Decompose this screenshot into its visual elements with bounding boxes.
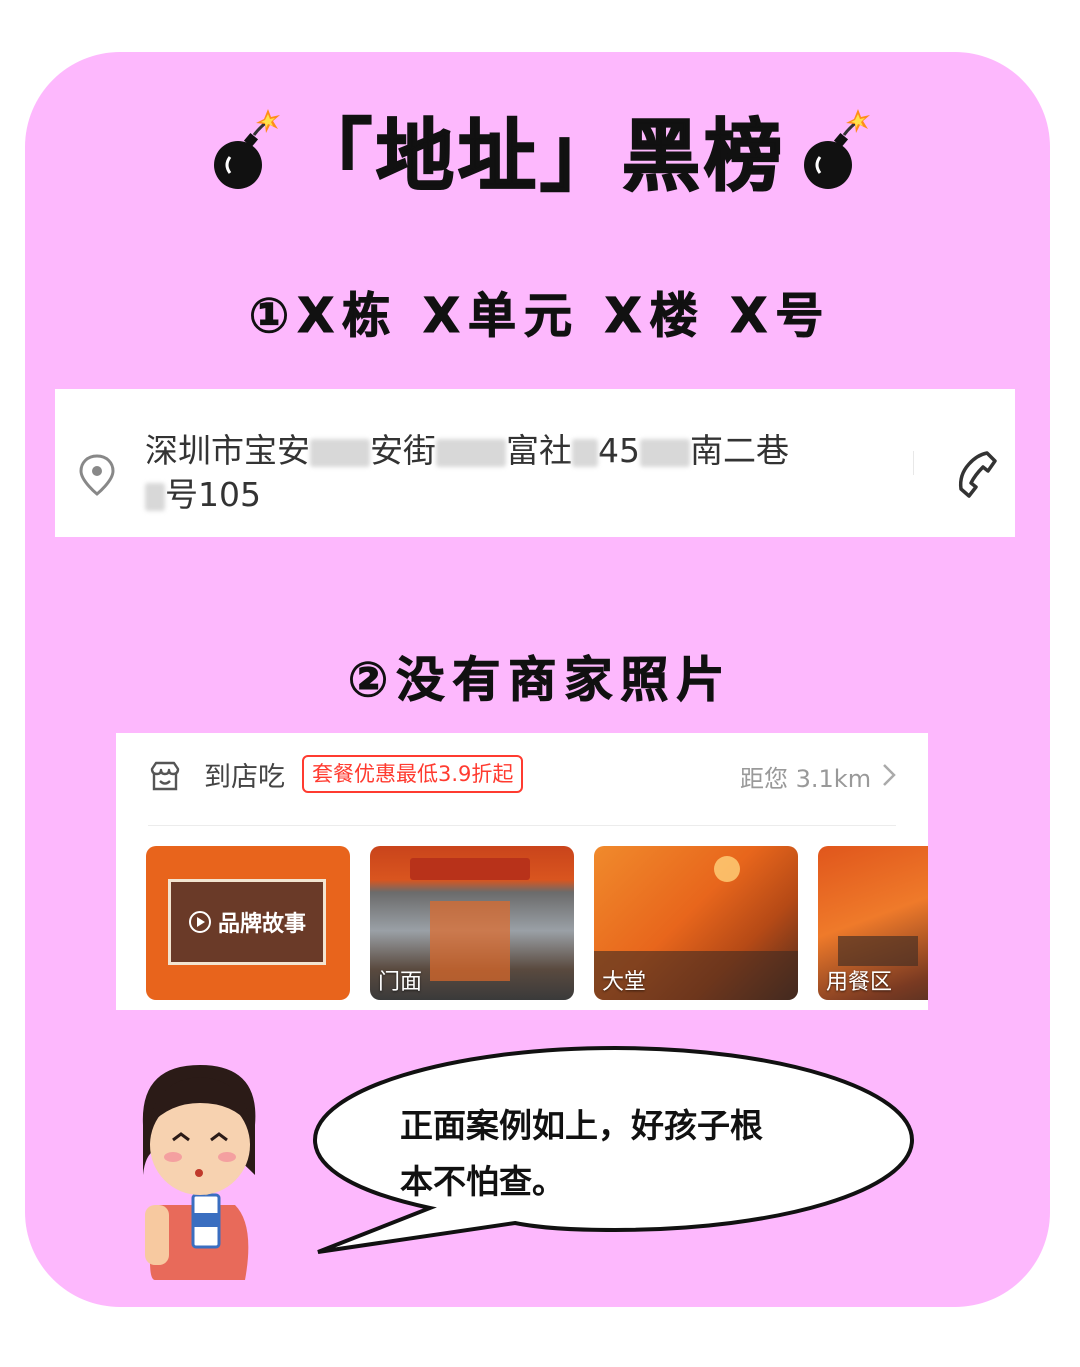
photo-lobby[interactable]: 大堂: [594, 846, 798, 1000]
section-heading-1: ①X栋 X单元 X楼 X号: [248, 288, 832, 345]
title-row: 「地址」黑榜: [0, 100, 1080, 203]
address-part: 号105: [165, 475, 261, 514]
address-part: 深圳市宝安: [145, 431, 310, 470]
photo-caption: 用餐区: [826, 970, 893, 995]
photo-storefront[interactable]: 门面: [370, 846, 574, 1000]
redacted-block: [145, 482, 165, 511]
photo-caption: 门面: [378, 970, 423, 995]
photo-brand-story[interactable]: 品牌故事: [146, 846, 350, 1000]
redacted-block: [572, 438, 598, 467]
divider: [148, 825, 896, 826]
photo-caption: 大堂: [602, 970, 647, 995]
address-text: 深圳市宝安 安街 富社 45 南二巷号105: [145, 429, 905, 517]
speech-line: 正面案例如上，好孩子根: [400, 1106, 763, 1145]
shop-card: 到店吃 套餐优惠最低3.9折起 距您 3.1km 品牌故事 门面 大堂 用餐区: [116, 733, 928, 1010]
speech-line: 本不怕查。: [400, 1162, 565, 1201]
sign-board: [410, 858, 530, 880]
address-part: 安街: [370, 431, 436, 470]
girl-illustration: [142, 1065, 256, 1280]
bomb-icon: [213, 109, 280, 189]
play-icon: [188, 911, 211, 933]
address-part: 45: [598, 431, 640, 470]
table-shape: [838, 936, 918, 966]
address-card: 深圳市宝安 安街 富社 45 南二巷号105: [55, 389, 1015, 537]
shop-icon: [150, 761, 180, 791]
redacted-block: [310, 438, 370, 467]
door-panel: [430, 901, 510, 981]
chevron-right-icon[interactable]: [882, 763, 896, 787]
redacted-block: [436, 438, 506, 467]
dine-in-label: 到店吃: [204, 762, 285, 793]
location-pin-icon: [79, 454, 115, 496]
distance-text[interactable]: 距您 3.1km: [740, 759, 871, 794]
bomb-icon: [804, 109, 870, 189]
section-heading-2: ②没有商家照片: [347, 652, 733, 709]
phone-icon[interactable]: [955, 449, 1001, 499]
address-part: 南二巷: [690, 431, 789, 470]
lamp-shape: [714, 856, 740, 882]
photo-dining-area[interactable]: 用餐区: [818, 846, 928, 1000]
brand-story-label: 品牌故事: [217, 912, 306, 937]
redacted-block: [640, 438, 690, 467]
brand-story-frame: 品牌故事: [168, 879, 326, 965]
page-title: 「地址」黑榜: [293, 111, 786, 203]
speech-text: 正面案例如上，好孩子根 本不怕查。: [400, 1098, 830, 1210]
address-part: 富社: [506, 431, 572, 470]
promo-badge: 套餐优惠最低3.9折起: [302, 755, 524, 793]
divider: [913, 451, 914, 475]
